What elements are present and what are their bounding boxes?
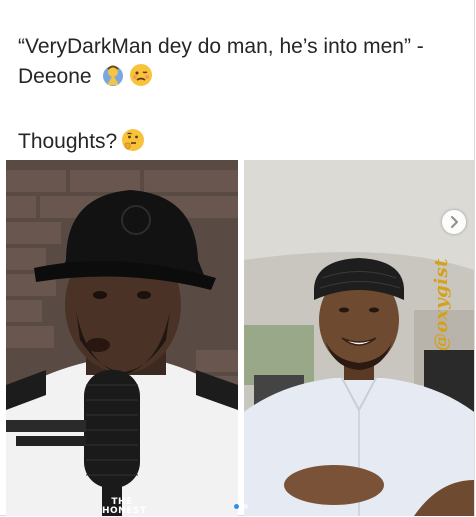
woozy-face-emoji-icon	[129, 63, 153, 87]
podcast-logo: THE HONEST	[102, 498, 147, 516]
watermark: @oxygist	[431, 258, 452, 352]
chevron-right-icon	[451, 216, 458, 228]
post-question: Thoughts?	[18, 127, 145, 157]
praying-person-emoji-icon	[101, 63, 125, 87]
pager-dot-1	[234, 504, 239, 509]
carousel-pager	[234, 504, 248, 509]
next-slide-button[interactable]	[442, 210, 466, 234]
question-text: Thoughts?	[18, 130, 118, 153]
photo-left: THE HONEST	[6, 160, 238, 516]
media-carousel[interactable]: THE HONEST @oxygist	[6, 160, 474, 516]
podcast-logo-bottom: HONEST	[102, 506, 147, 516]
thinking-face-emoji-icon	[121, 128, 145, 152]
caption-text: “VeryDarkMan dey do man, he’s into men” …	[18, 35, 424, 88]
pager-dot-2	[243, 504, 248, 509]
post-caption: “VeryDarkMan dey do man, he’s into men” …	[18, 32, 458, 92]
photo-right: @oxygist	[244, 160, 474, 516]
